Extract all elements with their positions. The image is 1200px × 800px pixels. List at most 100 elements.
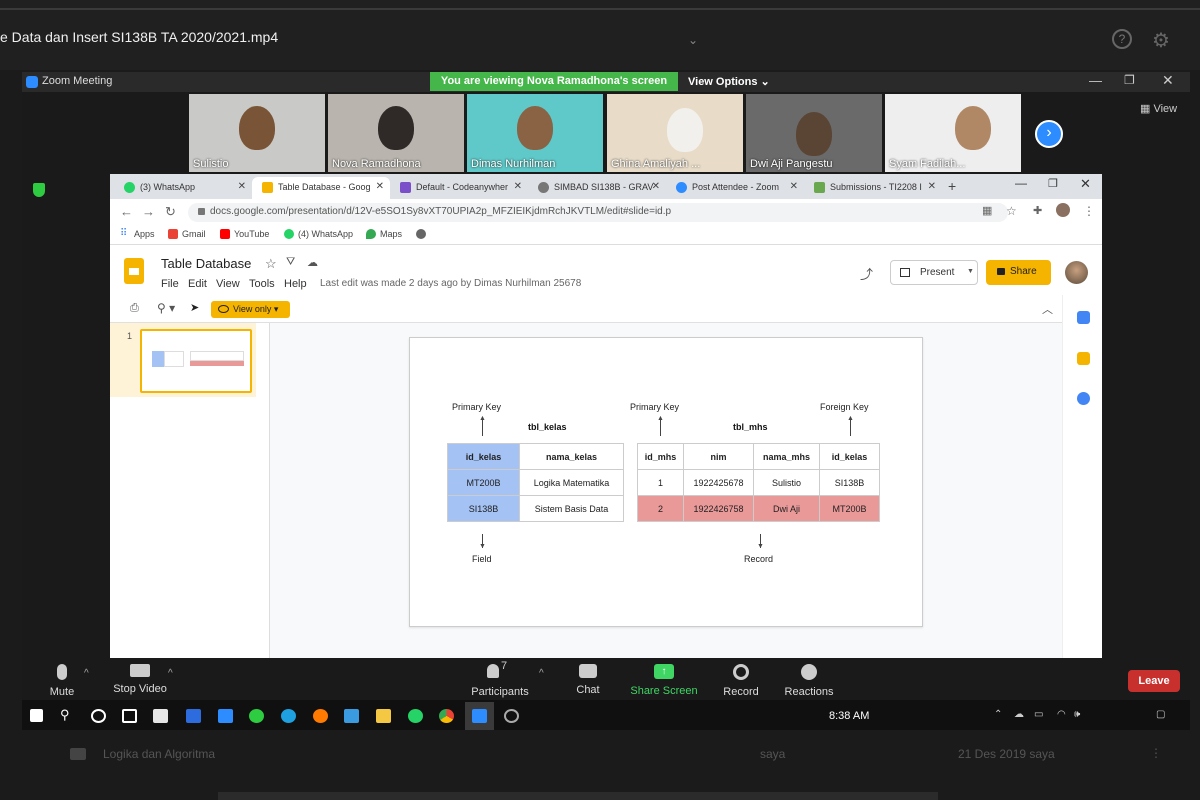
bookmark-gmail[interactable]: Gmail (168, 229, 206, 239)
close-tab-icon[interactable]: ✕ (514, 181, 522, 192)
edge-icon[interactable] (281, 709, 296, 723)
chrome-icon[interactable] (439, 709, 454, 723)
slides-logo-icon[interactable] (124, 258, 144, 284)
select-cursor-icon[interactable]: ➤ (190, 301, 199, 314)
notifications-icon[interactable]: ▢ (1156, 709, 1165, 720)
app-icon[interactable] (504, 709, 519, 723)
windows-start-icon[interactable] (30, 709, 43, 722)
view-only-button[interactable]: View only ▾ (211, 301, 290, 318)
chevron-up-icon[interactable]: ^ (84, 668, 89, 679)
url-input[interactable]: docs.google.com/presentation/d/12V-e5SO1… (188, 203, 1008, 222)
chevron-down-icon[interactable]: ⌄ (688, 33, 698, 47)
app-icon[interactable] (186, 709, 201, 723)
file-name[interactable]: Logika dan Algoritma (103, 747, 215, 761)
close-icon[interactable]: ✕ (1080, 176, 1091, 192)
keep-icon[interactable] (1077, 352, 1090, 365)
move-to-drive-icon[interactable]: ⛛ (286, 256, 295, 269)
present-button[interactable]: Present ▼ (890, 260, 978, 285)
tasks-icon[interactable] (1077, 392, 1090, 405)
search-icon[interactable]: ⚲ (60, 707, 70, 723)
maximize-icon[interactable]: ❐ (1048, 177, 1058, 190)
qr-icon[interactable]: ▦ (982, 204, 992, 217)
maximize-icon[interactable]: ❐ (1124, 73, 1135, 87)
participant-tile[interactable]: Sulistio (189, 94, 325, 172)
next-participants-button[interactable]: › (1035, 120, 1063, 148)
folder-icon[interactable] (376, 709, 391, 723)
bookmark-whatsapp[interactable]: (4) WhatsApp (284, 229, 353, 239)
slide-thumbnail[interactable] (140, 329, 252, 393)
bookmark-youtube[interactable]: YouTube (220, 229, 269, 239)
bookmark-maps[interactable]: Maps (366, 229, 402, 239)
participant-tile[interactable]: Dimas Nurhilman (467, 94, 603, 172)
document-title[interactable]: Table Database (161, 256, 251, 271)
bookmark-star-icon[interactable]: ☆ (1006, 204, 1017, 218)
battery-icon[interactable]: ▭ (1034, 709, 1043, 720)
stop-video-button[interactable]: Stop Video (107, 664, 173, 695)
reactions-button[interactable]: Reactions (782, 664, 836, 698)
app-icon[interactable] (249, 709, 264, 723)
mute-button[interactable]: Mute (42, 664, 82, 698)
browser-tab[interactable]: SIMBAD SI138B - GRAV ✕ (528, 177, 666, 199)
view-layout-button[interactable]: ▦ View (1140, 102, 1177, 115)
lock-icon[interactable] (198, 208, 205, 215)
gear-icon[interactable]: ⚙ (1152, 28, 1170, 53)
star-icon[interactable]: ☆ (265, 256, 277, 272)
menu-edit[interactable]: Edit (188, 278, 207, 290)
browser-tab[interactable]: (3) WhatsApp ✕ (114, 177, 252, 199)
participants-button[interactable]: 7 Participants (466, 660, 534, 698)
firefox-icon[interactable] (313, 709, 328, 723)
browser-tab[interactable]: Submissions - TI2208 I ✕ (804, 177, 942, 199)
task-view-icon[interactable] (122, 709, 137, 723)
menu-tools[interactable]: Tools (249, 278, 275, 290)
new-tab-button[interactable]: + (948, 178, 956, 194)
zoom-icon[interactable] (472, 709, 487, 723)
back-icon[interactable]: ← (120, 204, 133, 219)
store-icon[interactable] (153, 709, 168, 723)
participant-tile[interactable]: Syam Fadilah... (885, 94, 1021, 172)
leave-button[interactable]: Leave (1128, 670, 1180, 692)
help-icon[interactable]: ? (1112, 29, 1132, 49)
chevron-down-icon[interactable]: ▼ (967, 268, 974, 275)
close-icon[interactable]: ✕ (1162, 72, 1174, 89)
progress-line[interactable] (0, 8, 1200, 10)
avatar[interactable] (1065, 261, 1088, 284)
close-tab-icon[interactable]: ✕ (376, 181, 384, 192)
participant-tile[interactable]: Dwi Aji Pangestu (746, 94, 882, 172)
forward-icon[interactable]: → (142, 204, 155, 219)
print-icon[interactable]: ⎙ (130, 302, 139, 315)
menu-file[interactable]: File (161, 278, 179, 290)
cloud-icon[interactable]: ☁ (1014, 709, 1024, 720)
share-screen-button[interactable]: ↑ Share Screen (630, 664, 698, 697)
browser-tab[interactable]: Post Attendee - Zoom ✕ (666, 177, 804, 199)
cortana-icon[interactable] (91, 709, 106, 723)
menu-help[interactable]: Help (284, 278, 307, 290)
shield-icon[interactable] (33, 183, 45, 197)
chevron-up-icon[interactable]: ^ (168, 668, 173, 679)
view-options-button[interactable]: View Options ⌄ (688, 75, 770, 88)
close-tab-icon[interactable]: ✕ (238, 181, 246, 192)
zoom-icon[interactable]: ⚲ ▾ (157, 301, 175, 315)
reload-icon[interactable]: ↻ (165, 204, 176, 220)
cloud-status-icon[interactable]: ☁ (307, 256, 318, 269)
participant-tile[interactable]: Nova Ramadhona (328, 94, 464, 172)
more-icon[interactable]: ⋮ (1150, 746, 1162, 760)
close-tab-icon[interactable]: ✕ (790, 181, 798, 192)
profile-icon[interactable] (1056, 203, 1070, 217)
volume-icon[interactable]: 🕪 (1074, 709, 1080, 720)
whatsapp-icon[interactable] (408, 709, 423, 723)
bookmark-apps[interactable]: ⠿ Apps (120, 229, 155, 240)
chevron-up-icon[interactable]: ^ (539, 668, 544, 679)
share-button[interactable]: Share (986, 260, 1051, 285)
monitor-icon[interactable] (344, 709, 359, 723)
app-icon[interactable] (218, 709, 233, 723)
chat-button[interactable]: Chat (570, 664, 606, 696)
slide[interactable]: Primary Key Primary Key Foreign Key ▲ ▲ … (409, 337, 923, 627)
close-tab-icon[interactable]: ✕ (652, 181, 660, 192)
extensions-icon[interactable]: ✚ (1033, 204, 1042, 217)
chevron-up-icon[interactable]: ⌃ (994, 709, 1002, 720)
chevron-up-icon[interactable]: ︿ (1042, 301, 1053, 317)
browser-tab[interactable]: Table Database - Goog ✕ (252, 177, 390, 199)
browser-tab[interactable]: Default - Codeanywher ✕ (390, 177, 528, 199)
minimize-icon[interactable]: — (1089, 73, 1102, 88)
close-tab-icon[interactable]: ✕ (928, 181, 936, 192)
